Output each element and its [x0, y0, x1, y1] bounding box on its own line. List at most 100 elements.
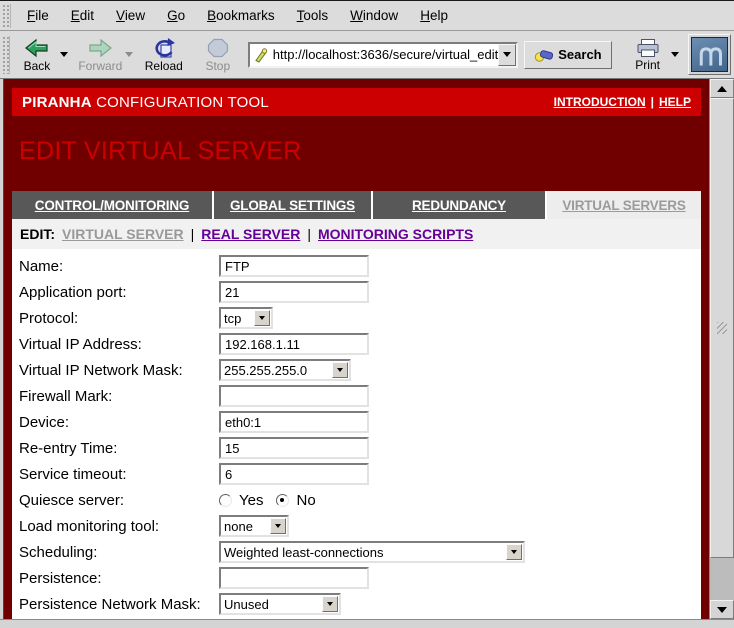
scroll-up-button[interactable] — [710, 79, 734, 98]
stop-label: Stop — [205, 60, 230, 72]
service-timeout-input[interactable] — [219, 463, 369, 485]
selected-value: 255.255.255.0 — [221, 363, 332, 378]
dropdown-arrow-icon — [254, 310, 270, 326]
menu-window[interactable]: Window — [339, 4, 409, 27]
piranha-header: PIRANHA CONFIGURATION TOOL INTRODUCTION … — [12, 88, 701, 116]
arrow-down-icon — [717, 607, 727, 613]
mozilla-logo-button[interactable] — [688, 34, 731, 75]
url-input[interactable]: http://localhost:3636/secure/virtual_edi… — [269, 47, 498, 62]
dropdown-arrow-icon — [270, 518, 286, 534]
menubar-grip-handle[interactable] — [2, 4, 11, 28]
menu-edit[interactable]: Edit — [60, 4, 105, 27]
help-link[interactable]: HELP — [659, 95, 691, 109]
back-icon — [23, 37, 51, 59]
forward-button[interactable]: Forward — [77, 36, 123, 73]
scrollbar-thumb[interactable] — [710, 98, 734, 558]
tab-redundancy[interactable]: REDUNDANCY — [373, 191, 545, 219]
load-monitoring-select[interactable]: none — [219, 515, 289, 537]
form-row-reentry-time: Re-entry Time: — [19, 437, 701, 459]
firewall-mark-input[interactable] — [219, 385, 369, 407]
monitoring-scripts-link[interactable]: MONITORING SCRIPTS — [318, 226, 473, 242]
scrollbar-trough[interactable] — [710, 558, 734, 600]
virtual-ip-input[interactable] — [219, 333, 369, 355]
field-label: Virtual IP Network Mask: — [19, 362, 219, 379]
field-label: Persistence Network Mask: — [19, 596, 219, 613]
search-button[interactable]: Search — [524, 41, 611, 69]
dropdown-arrow-icon — [332, 362, 348, 378]
menu-file[interactable]: File — [16, 4, 60, 27]
protocol-select[interactable]: tcp — [219, 307, 273, 329]
forward-label: Forward — [78, 60, 122, 72]
print-button[interactable]: Print — [626, 37, 670, 72]
form-row-quiesce-server: Quiesce server: Yes No — [19, 489, 701, 511]
chevron-down-icon — [671, 52, 679, 57]
menu-go[interactable]: Go — [156, 4, 196, 27]
reentry-time-input[interactable] — [219, 437, 369, 459]
quiesce-no-radio[interactable] — [276, 494, 289, 507]
radio-label-no: No — [296, 492, 315, 509]
field-label: Device: — [19, 414, 219, 431]
brand-suffix: CONFIGURATION TOOL — [92, 94, 269, 111]
tab-virtual-servers[interactable]: VIRTUAL SERVERS — [547, 191, 701, 219]
url-history-dropdown[interactable] — [498, 44, 516, 66]
forward-icon — [86, 37, 114, 59]
virtual-ip-mask-select[interactable]: 255.255.255.0 — [219, 359, 351, 381]
edit-subnav: EDIT: VIRTUAL SERVER | REAL SERVER | MON… — [12, 219, 701, 249]
chevron-down-icon — [503, 52, 511, 57]
brand-name: PIRANHA — [22, 94, 92, 111]
search-flashlight-icon — [534, 46, 554, 63]
virtual-server-link[interactable]: VIRTUAL SERVER — [62, 226, 184, 242]
introduction-link[interactable]: INTRODUCTION — [554, 95, 646, 109]
page-title: EDIT VIRTUAL SERVER — [19, 137, 701, 166]
field-label: Protocol: — [19, 310, 219, 327]
dropdown-arrow-icon — [506, 544, 522, 560]
field-label: Persistence: — [19, 570, 219, 587]
real-server-link[interactable]: REAL SERVER — [201, 226, 300, 242]
menu-view[interactable]: View — [105, 4, 156, 27]
field-label: Quiesce server: — [19, 492, 219, 509]
form-row-device: Device: — [19, 411, 701, 433]
form-row-name: Name: — [19, 255, 701, 277]
stop-button[interactable]: Stop — [196, 36, 240, 73]
application-port-input[interactable] — [219, 281, 369, 303]
field-label: Re-entry Time: — [19, 440, 219, 457]
selected-value: Weighted least-connections — [221, 545, 506, 560]
bookmark-icon — [253, 47, 269, 63]
reload-button[interactable]: Reload — [142, 36, 186, 73]
back-button[interactable]: Back — [15, 36, 59, 73]
form-row-persistence-mask: Persistence Network Mask: Unused — [19, 593, 701, 615]
form-row-persistence: Persistence: — [19, 567, 701, 589]
arrow-up-icon — [717, 86, 727, 92]
forward-dropdown-arrow[interactable] — [123, 38, 133, 72]
menu-help[interactable]: Help — [409, 4, 459, 27]
name-input[interactable] — [219, 255, 369, 277]
form-row-protocol: Protocol: tcp — [19, 307, 701, 329]
persistence-input[interactable] — [219, 567, 369, 589]
toolbar-grip-handle[interactable] — [2, 36, 10, 74]
header-link-separator: | — [651, 95, 654, 109]
scheduling-select[interactable]: Weighted least-connections — [219, 541, 525, 563]
menu-tools[interactable]: Tools — [286, 4, 340, 27]
field-label: Application port: — [19, 284, 219, 301]
selected-value: none — [221, 519, 270, 534]
horizontal-scrollbar-strip[interactable] — [0, 619, 734, 628]
tab-global-settings[interactable]: GLOBAL SETTINGS — [214, 191, 371, 219]
back-dropdown-arrow[interactable] — [59, 38, 69, 72]
quiesce-yes-radio[interactable] — [219, 494, 232, 507]
url-bar: http://localhost:3636/secure/virtual_edi… — [248, 42, 518, 68]
search-label: Search — [558, 47, 601, 62]
menu-bookmarks[interactable]: Bookmarks — [196, 4, 286, 27]
print-dropdown-arrow[interactable] — [670, 38, 680, 72]
subnav-separator: | — [307, 226, 311, 242]
tab-control-monitoring[interactable]: CONTROL/MONITORING — [12, 191, 212, 219]
persistence-mask-select[interactable]: Unused — [219, 593, 341, 615]
field-label: Service timeout: — [19, 466, 219, 483]
main-tabs: CONTROL/MONITORING GLOBAL SETTINGS REDUN… — [12, 191, 701, 219]
device-input[interactable] — [219, 411, 369, 433]
print-label: Print — [635, 59, 660, 71]
virtual-server-form: Name: Application port: Protocol: tcp — [12, 249, 701, 619]
quiesce-radio-group: Yes No — [219, 492, 322, 509]
field-label: Virtual IP Address: — [19, 336, 219, 353]
scroll-down-button[interactable] — [710, 600, 734, 619]
browser-viewport: PIRANHA CONFIGURATION TOOL INTRODUCTION … — [3, 79, 709, 619]
